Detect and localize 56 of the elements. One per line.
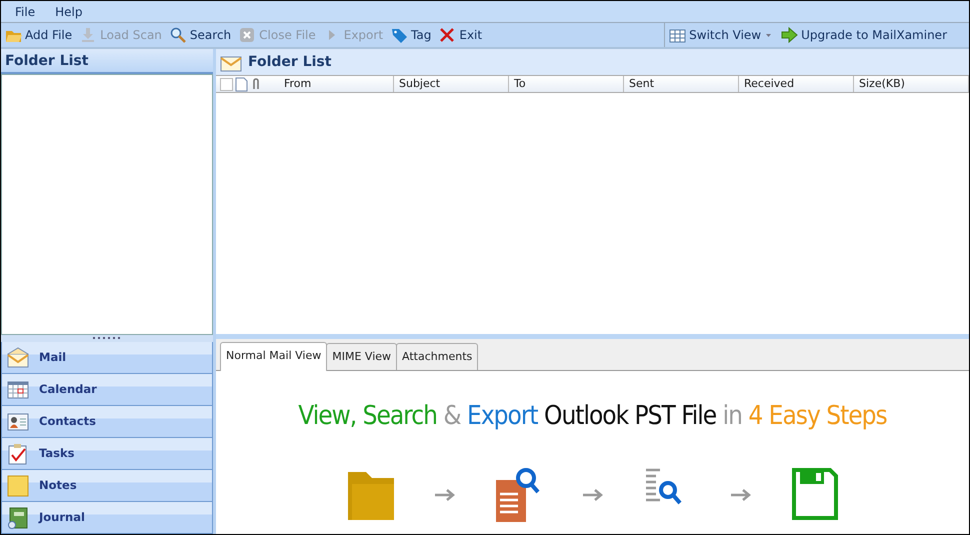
tab[interactable]: Normal Mail View xyxy=(220,342,328,371)
contact-card-icon xyxy=(7,410,29,432)
nav-label: Tasks xyxy=(39,444,74,462)
nav-label: Calendar xyxy=(39,380,97,398)
clipboard-check-icon xyxy=(7,442,29,464)
caret-icon xyxy=(764,31,774,39)
nav-button[interactable]: Mail xyxy=(1,342,213,374)
toolbar-button[interactable]: Tag xyxy=(387,26,436,44)
close-icon xyxy=(439,26,456,44)
column-header[interactable]: Received xyxy=(739,76,854,92)
headline-part: in xyxy=(722,401,742,431)
headline-part: View, Search xyxy=(298,401,437,431)
tag-icon xyxy=(391,26,408,44)
paperclip-icon xyxy=(250,77,262,91)
toolbar-button[interactable]: Exit xyxy=(435,26,486,44)
headline-part: 4 Easy Steps xyxy=(748,401,887,431)
nav-button[interactable]: Tasks xyxy=(1,438,213,470)
tab[interactable]: Attachments xyxy=(396,342,478,370)
arrow-icon xyxy=(582,488,604,502)
close-icon xyxy=(239,26,256,44)
nav-button[interactable]: Journal xyxy=(1,502,213,534)
note-icon xyxy=(7,474,29,496)
search-icon xyxy=(170,26,187,44)
grid-icon xyxy=(669,26,686,44)
calendar-icon xyxy=(7,378,29,400)
book-icon xyxy=(7,506,29,528)
toolbar-button[interactable]: Upgrade to MailXaminer xyxy=(777,26,951,44)
arrow-icon xyxy=(730,488,752,502)
nav-button[interactable]: Calendar xyxy=(1,374,213,406)
toolbar-button[interactable]: Search xyxy=(166,26,236,44)
column-header[interactable]: Subject xyxy=(394,76,509,92)
nav-label: Journal xyxy=(39,508,85,526)
nav-label: Contacts xyxy=(39,412,96,430)
headline-part: Export xyxy=(467,401,538,431)
column-header[interactable]: Size(KB) xyxy=(854,76,969,92)
nav-button[interactable]: Notes xyxy=(1,470,213,502)
nav-button[interactable]: Contacts xyxy=(1,406,213,438)
arrow-icon xyxy=(434,488,456,502)
arrow-icon xyxy=(781,26,798,44)
menu-item[interactable]: Help xyxy=(47,2,90,20)
column-header[interactable]: Sent xyxy=(624,76,739,92)
menu-item[interactable]: File xyxy=(7,2,44,20)
toolbar-button[interactable]: Switch View xyxy=(665,26,778,44)
headline-part: Outlook PST File xyxy=(544,401,716,431)
column-header[interactable]: From xyxy=(279,76,394,92)
grip-icon[interactable] xyxy=(93,337,121,340)
save-icon xyxy=(790,466,840,522)
column-header[interactable]: To xyxy=(509,76,624,92)
checkbox[interactable] xyxy=(220,78,233,90)
nav-label: Mail xyxy=(39,348,66,366)
nav-label: Notes xyxy=(39,476,77,494)
panel-title: Folder List xyxy=(248,52,332,72)
toolbar-button[interactable]: Add File xyxy=(1,26,76,44)
panel-title: Folder List xyxy=(1,49,213,74)
headline-part: & xyxy=(443,401,461,431)
envelope-icon xyxy=(7,346,29,368)
